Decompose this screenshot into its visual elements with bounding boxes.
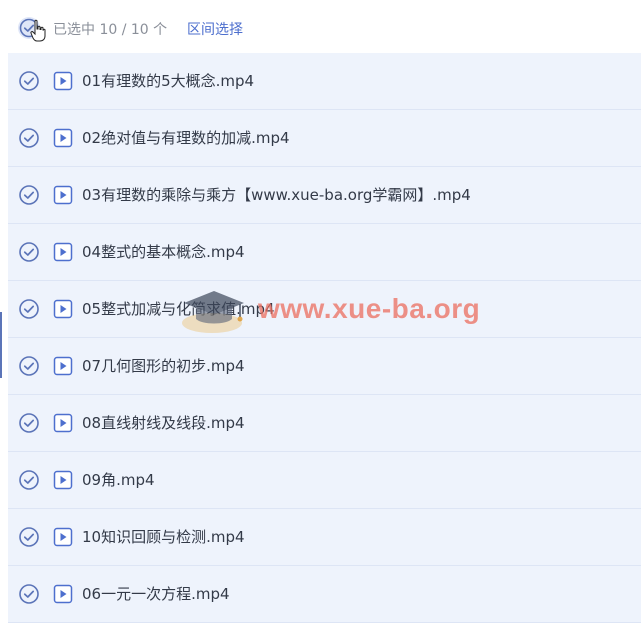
check-circle-icon[interactable] (18, 412, 40, 434)
video-file-icon (53, 128, 73, 148)
check-circle-icon[interactable] (18, 526, 40, 548)
check-circle-icon[interactable] (18, 184, 40, 206)
file-row[interactable]: 04整式的基本概念.mp4 (8, 224, 641, 281)
file-name: 03有理数的乘除与乘方【www.xue-ba.org学霸网】.mp4 (82, 186, 471, 204)
file-name: 01有理数的5大概念.mp4 (82, 72, 255, 90)
left-accent-bar (0, 312, 2, 378)
file-name: 07几何图形的初步.mp4 (82, 357, 245, 375)
file-name: 04整式的基本概念.mp4 (82, 243, 245, 261)
file-row[interactable]: 01有理数的5大概念.mp4 (8, 53, 641, 110)
file-row[interactable]: 09角.mp4 (8, 452, 641, 509)
video-file-icon (53, 185, 73, 205)
file-row[interactable]: 02绝对值与有理数的加减.mp4 (8, 110, 641, 167)
check-circle-icon[interactable] (18, 469, 40, 491)
video-file-icon (53, 356, 73, 376)
file-row[interactable]: 10知识回顾与检测.mp4 (8, 509, 641, 566)
file-name: 10知识回顾与检测.mp4 (82, 528, 245, 546)
check-circle-icon[interactable] (18, 241, 40, 263)
file-name: 06一元一次方程.mp4 (82, 585, 230, 603)
file-name: 05整式加减与化简求值.mp4 (82, 300, 275, 318)
video-file-icon (53, 527, 73, 547)
file-row[interactable]: 06一元一次方程.mp4 (8, 566, 641, 623)
check-circle-icon[interactable] (18, 298, 40, 320)
check-circle-icon[interactable] (18, 127, 40, 149)
file-list: 01有理数的5大概念.mp4 02绝对值与有理数的加减.mp4 03有理数的乘除与乘… (8, 53, 641, 623)
file-name: 08直线射线及线段.mp4 (82, 414, 245, 432)
hand-pointer-icon (30, 19, 46, 42)
range-select-button[interactable]: 区间选择 (187, 20, 243, 40)
check-circle-icon[interactable] (18, 70, 40, 92)
file-row[interactable]: 07几何图形的初步.mp4 (8, 338, 641, 395)
file-name: 09角.mp4 (82, 471, 155, 489)
video-file-icon (53, 470, 73, 490)
check-circle-icon[interactable] (18, 583, 40, 605)
video-file-icon (53, 242, 73, 262)
video-file-icon (53, 413, 73, 433)
video-file-icon (53, 71, 73, 91)
file-name: 02绝对值与有理数的加减.mp4 (82, 129, 290, 147)
video-file-icon (53, 584, 73, 604)
selection-header: 已选中 10 / 10 个 区间选择 (0, 0, 641, 56)
selection-count-text: 已选中 10 / 10 个 (53, 22, 168, 38)
check-circle-icon[interactable] (18, 355, 40, 377)
file-row[interactable]: 03有理数的乘除与乘方【www.xue-ba.org学霸网】.mp4 (8, 167, 641, 224)
file-row[interactable]: 05整式加减与化简求值.mp4 (8, 281, 641, 338)
file-row[interactable]: 08直线射线及线段.mp4 (8, 395, 641, 452)
video-file-icon (53, 299, 73, 319)
